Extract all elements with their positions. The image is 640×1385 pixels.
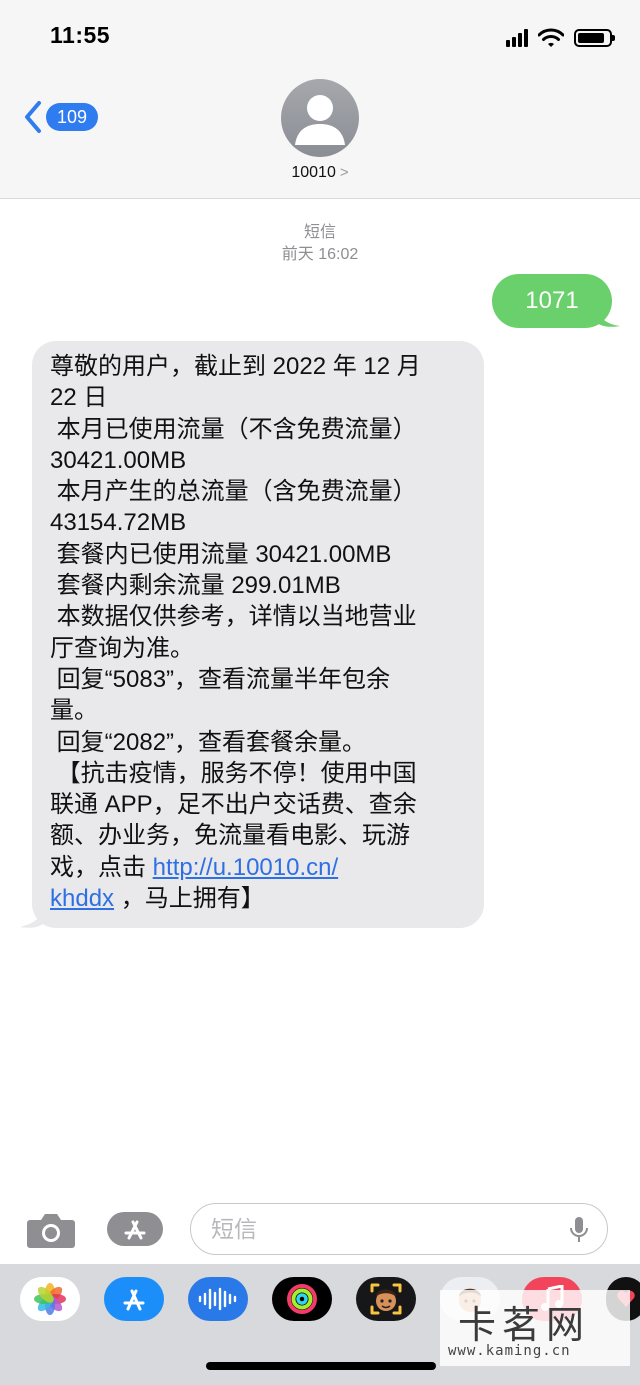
service-label: 短信	[303, 224, 336, 241]
watermark: 卡茗网 www.kaming.cn	[440, 1290, 630, 1366]
message-line: 本月产生的总流量（含免费流量）	[50, 478, 417, 506]
watermark-url: www.kaming.cn	[448, 1343, 571, 1359]
app-store-icon[interactable]	[104, 1277, 164, 1321]
camera-icon[interactable]	[26, 1212, 76, 1248]
wifi-icon	[538, 28, 564, 47]
bubble-tail-outgoing	[596, 304, 620, 327]
message-link-continued[interactable]: khddx	[50, 885, 114, 912]
message-line-text: 戏，点击	[50, 853, 153, 881]
message-line: 回复“2082”，查看套餐余量。	[50, 728, 367, 756]
message-link[interactable]: http://u.10010.cn/	[153, 854, 338, 881]
watermark-logo-text: 卡茗网	[458, 1303, 591, 1347]
message-line: 套餐内已使用流量 30421.00MB	[50, 540, 392, 568]
battery-icon	[574, 29, 615, 47]
message-line: 本数据仅供参考，详情以当地营业	[50, 603, 417, 631]
home-indicator[interactable]	[206, 1362, 436, 1370]
app-store-glyph-icon	[123, 1289, 145, 1311]
message-line: 43154.72MB	[50, 509, 187, 537]
message-line: 套餐内剩余流量 299.01MB	[50, 572, 341, 600]
person-icon	[295, 95, 345, 145]
outgoing-message-bubble[interactable]: 1071	[492, 274, 612, 328]
contact-name[interactable]: 10010 >	[0, 164, 640, 182]
message-line: khddx ，马上拥有】	[50, 883, 466, 914]
unread-count-badge: 109	[46, 103, 99, 131]
chevron-left-icon	[25, 101, 41, 133]
message-line: 本月已使用流量（不含免费流量）	[50, 415, 417, 443]
chevron-right-icon: >	[339, 164, 349, 181]
message-line: 额、办业务，免流量看电影、玩游	[50, 822, 410, 850]
bubble-tail-incoming	[20, 905, 44, 928]
status-time: 11:55	[50, 22, 111, 48]
message-input[interactable]: 短信	[190, 1203, 608, 1255]
message-line: 联通 APP，足不出户交话费、查余	[50, 791, 417, 819]
incoming-message-text: 尊敬的用户，截止到 2022 年 12 月 22 日 本月已使用流量（不含免费流…	[50, 351, 466, 914]
message-line: 尊敬的用户，截止到 2022 年 12 月	[50, 353, 421, 380]
message-line: 量。	[50, 697, 98, 725]
battery-level	[578, 33, 604, 43]
contact-avatar[interactable]	[281, 79, 359, 157]
activity-icon[interactable]	[272, 1277, 332, 1321]
microphone-icon[interactable]	[569, 1216, 589, 1244]
photos-flower-icon	[34, 1283, 66, 1315]
contact-name-label: 10010	[291, 164, 336, 181]
waveform-icon	[198, 1287, 237, 1311]
message-line: 22 日	[50, 384, 108, 412]
photos-icon[interactable]	[20, 1277, 80, 1321]
message-line: 戏，点击 http://u.10010.cn/	[50, 852, 466, 883]
incoming-message-bubble[interactable]: 尊敬的用户，截止到 2022 年 12 月 22 日 本月已使用流量（不含免费流…	[32, 341, 484, 928]
message-composer: 短信	[0, 1198, 640, 1262]
memoji-icon[interactable]	[356, 1277, 416, 1321]
message-line: 【抗击疫情，服务不停！使用中国	[50, 759, 417, 787]
message-line: 30421.00MB	[50, 446, 187, 474]
message-line-text: ，马上拥有】	[114, 885, 265, 913]
message-timestamp: 前天 16:02	[281, 246, 359, 263]
app-store-icon[interactable]	[106, 1211, 164, 1247]
activity-rings-icon	[287, 1284, 317, 1314]
audio-message-icon[interactable]	[188, 1277, 248, 1321]
conversation-header: 11:55 109 10010 >	[0, 0, 640, 199]
status-icons	[506, 28, 615, 48]
message-line: 厅查询为准。	[50, 634, 194, 662]
cellular-signal-icon	[506, 29, 528, 47]
memoji-face-icon	[370, 1283, 402, 1315]
message-input-placeholder: 短信	[211, 1216, 257, 1242]
back-button[interactable]: 109	[24, 100, 99, 134]
message-line: 回复“5083”，查看流量半年包余	[50, 665, 391, 693]
